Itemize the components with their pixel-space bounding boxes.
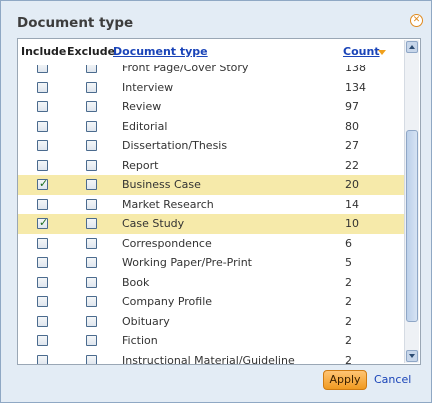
include-checkbox[interactable] [37,257,48,268]
table-row: Obituary 2 [18,312,404,332]
table-row: Working Paper/Pre-Print 5 [18,253,404,273]
exclude-checkbox[interactable] [86,218,97,229]
table-row: ✓ Case Study 10 [18,214,404,234]
document-count: 2 [345,314,352,328]
document-type-label: Front Page/Cover Story [122,65,249,74]
include-checkbox[interactable] [37,315,48,327]
dialog-title: Document type [17,15,134,31]
document-count: 20 [345,178,359,191]
table-row: Market Research 14 [18,195,404,215]
exclude-checkbox[interactable] [86,120,97,132]
document-type-list: Front Page/Cover Story 138 Interview 134 Rev… [18,65,404,364]
include-checkbox[interactable] [37,81,48,93]
table-row: Front Page/Cover Story 138 [18,65,404,78]
table-row: Company Profile 2 [18,292,404,312]
table-row: Dissertation/Thesis 27 [18,136,404,156]
document-type-label: Interview [122,80,174,94]
exclude-checkbox[interactable] [86,65,97,73]
scroll-down-icon[interactable] [406,350,418,362]
document-type-label: Obituary [122,314,170,328]
document-type-label: Editorial [122,119,168,133]
document-count: 2 [345,353,352,365]
exclude-checkbox[interactable] [86,198,97,210]
document-count: 138 [345,65,366,74]
include-checkbox[interactable]: ✓ [37,177,49,190]
document-count: 97 [345,100,359,113]
document-count: 2 [345,295,352,308]
include-checkbox[interactable] [37,354,48,364]
document-type-label: Market Research [122,197,214,211]
table-header: Include Exclude Document type Count [18,39,420,65]
document-type-label: Working Paper/Pre-Print [122,256,252,269]
document-count: 22 [345,158,359,172]
include-column-header: Include [21,45,67,58]
exclude-column-header: Exclude [67,45,116,58]
document-type-label: Book [122,275,150,289]
document-count: 2 [345,275,352,289]
exclude-checkbox[interactable] [86,101,97,112]
include-checkbox[interactable] [37,237,48,249]
include-checkbox[interactable] [37,101,48,112]
table-row: Book 2 [18,273,404,293]
document-type-label: Instructional Material/Guideline [122,353,295,365]
exclude-checkbox[interactable] [86,81,97,93]
table-row: Fiction 2 [18,331,404,351]
scrollbar-thumb[interactable] [406,130,418,322]
table-row: Report 22 [18,156,404,176]
exclude-checkbox[interactable] [86,276,97,288]
close-icon[interactable]: ✕ [410,14,423,27]
checkmark-icon: ✓ [39,216,49,229]
include-checkbox[interactable] [37,276,48,288]
document-count: 27 [345,139,359,152]
include-checkbox[interactable] [37,296,48,307]
table-row: Instructional Material/Guideline 2 [18,351,404,365]
exclude-checkbox[interactable] [86,296,97,307]
document-count: 2 [345,334,352,347]
scrollbar[interactable] [404,40,419,363]
table-row: Correspondence 6 [18,234,404,254]
include-checkbox[interactable] [37,335,48,346]
cancel-link[interactable]: Cancel [374,373,411,386]
document-count: 6 [345,236,352,250]
document-type-panel: Include Exclude Document type Count Fron… [17,38,421,365]
document-type-sort-link[interactable]: Document type [113,45,208,58]
document-type-dialog: Document type ✕ Include Exclude Document… [0,0,432,403]
document-count: 14 [345,197,359,211]
apply-button[interactable]: Apply [323,370,367,390]
document-type-label: Report [122,158,159,172]
scroll-up-icon[interactable] [406,41,418,53]
include-checkbox[interactable] [37,120,48,132]
include-checkbox[interactable]: ✓ [37,216,49,229]
exclude-checkbox[interactable] [86,257,97,268]
include-checkbox[interactable] [37,140,48,151]
document-type-label: Review [122,100,162,113]
exclude-checkbox[interactable] [86,237,97,249]
document-count: 5 [345,256,352,269]
include-checkbox[interactable] [37,159,48,171]
include-checkbox[interactable] [37,65,48,73]
document-type-label: Dissertation/Thesis [122,139,228,152]
exclude-checkbox[interactable] [86,140,97,151]
table-row: Interview 134 [18,78,404,98]
exclude-checkbox[interactable] [86,315,97,327]
exclude-checkbox[interactable] [86,179,97,190]
document-type-label: Company Profile [122,295,213,308]
document-count: 80 [345,119,359,133]
include-checkbox[interactable] [37,198,48,210]
table-row: Review 97 [18,97,404,117]
count-sort-link[interactable]: Count [343,45,380,58]
exclude-checkbox[interactable] [86,335,97,346]
checkmark-icon: ✓ [39,177,49,190]
document-type-label: Business Case [122,178,201,191]
table-row: Editorial 80 [18,117,404,137]
document-count: 134 [345,80,366,94]
document-type-label: Correspondence [122,236,212,250]
exclude-checkbox[interactable] [86,159,97,171]
table-row: ✓ Business Case 20 [18,175,404,195]
document-count: 10 [345,217,359,230]
document-type-label: Case Study [122,217,185,230]
document-type-label: Fiction [122,334,158,347]
exclude-checkbox[interactable] [86,354,97,364]
sort-descending-icon [378,50,386,55]
